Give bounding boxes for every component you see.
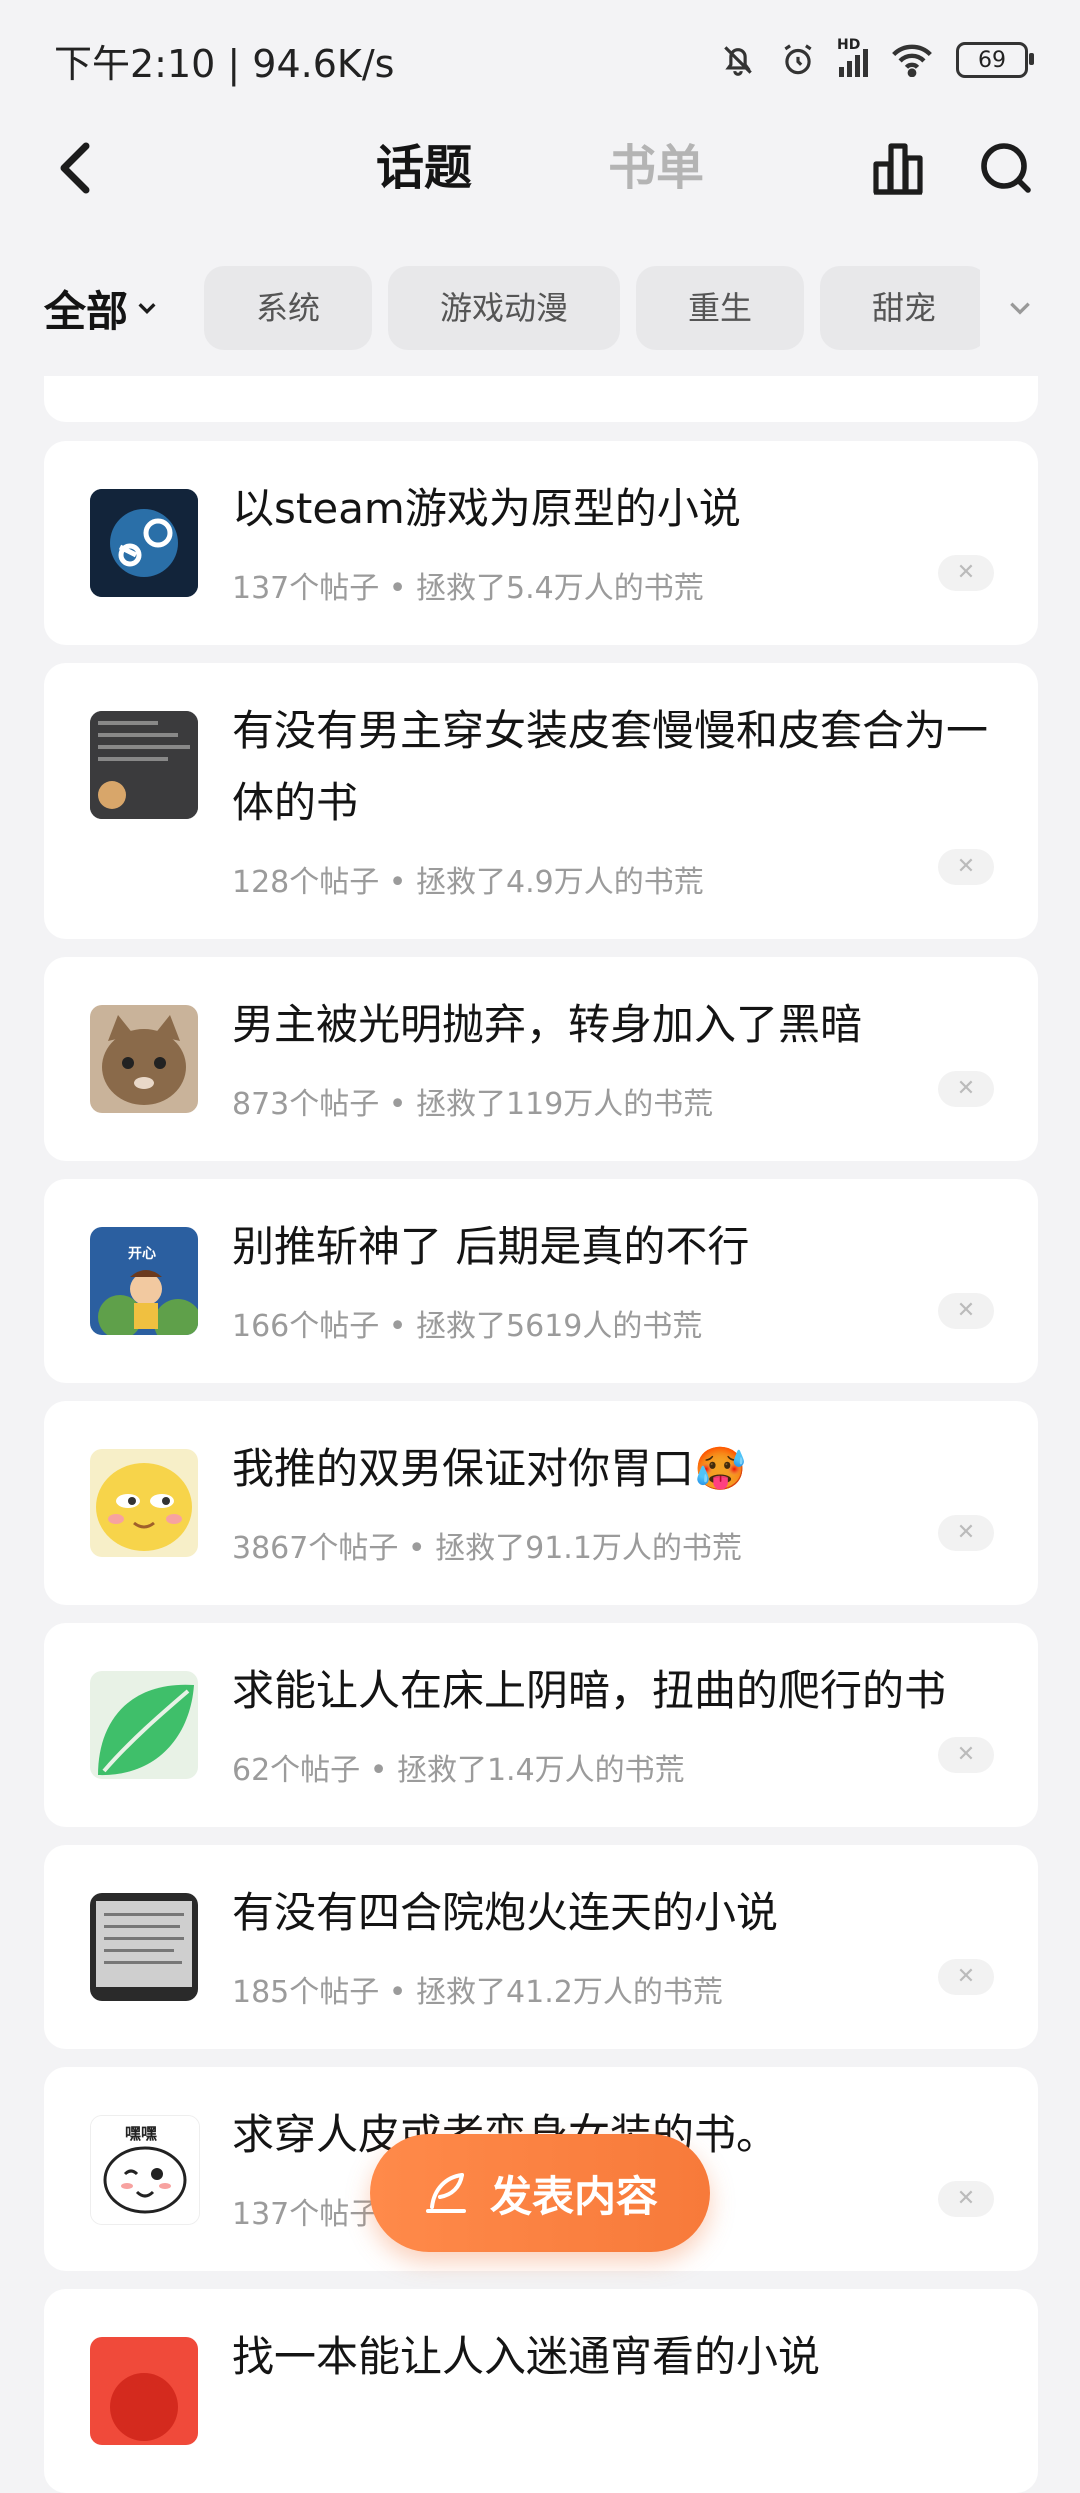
topic-card[interactable]: 求能让人在床上阴暗，扭曲的爬行的书 62个帖子 • 拯救了1.4万人的书荒 ✕: [44, 1623, 1038, 1827]
bar-chart-icon: [873, 143, 923, 195]
cat-thumb: [90, 1005, 198, 1113]
signal-icon: HD: [837, 37, 868, 77]
topic-title: 找一本能让人入迷通宵看的小说: [232, 2332, 821, 2381]
happy-kid-thumb: 开心: [90, 1227, 198, 1335]
topic-title: 求能让人在床上阴暗，扭曲的爬行的书: [232, 1666, 947, 1715]
steam-logo-icon: [90, 489, 198, 597]
cartoon-thumb: 嘿嘿: [90, 2115, 200, 2225]
topic-meta: 873个帖子 • 拯救了119万人的书荒: [232, 1087, 714, 1122]
back-button[interactable]: [44, 128, 104, 208]
topic-title: 别推斩神了 后期是真的不行: [232, 1222, 750, 1271]
post-content-button[interactable]: 发表内容: [370, 2134, 710, 2252]
meme-thumb: [90, 711, 198, 819]
topic-title: 男主被光明抛弃，转身加入了黑暗: [232, 1000, 863, 1049]
thumb-caption: 开心: [128, 1246, 156, 1262]
chip-system[interactable]: 系统: [204, 266, 373, 350]
topic-meta: 62个帖子 • 拯救了1.4万人的书荒: [232, 1753, 685, 1788]
chip-rebirth[interactable]: 重生: [636, 266, 805, 350]
topic-card[interactable]: 找一本能让人入迷通宵看的小说: [44, 2289, 1038, 2493]
topic-meta: 166个帖子 • 拯救了5619人的书荒: [232, 1309, 703, 1344]
tab-booklists[interactable]: 书单: [608, 128, 704, 208]
topic-meta: 185个帖子 • 拯救了41.2万人的书荒: [232, 1975, 723, 2010]
filter-all-label: 全部: [44, 286, 129, 336]
red-cover-icon: [90, 2337, 198, 2445]
topic-card[interactable]: 男主被光明抛弃，转身加入了黑暗 873个帖子 • 拯救了119万人的书荒 ✕: [44, 957, 1038, 1161]
alarm-icon: [784, 44, 812, 75]
meme-image-icon: [90, 711, 198, 819]
dismiss-button[interactable]: ✕: [938, 1737, 994, 1773]
chip-sweet-romance[interactable]: 甜宠: [820, 266, 989, 350]
chip-games-anime[interactable]: 游戏动漫: [388, 266, 621, 350]
battery-icon: 69: [956, 42, 1034, 78]
filter-all-dropdown[interactable]: 全部: [44, 266, 158, 350]
status-time-speed: 下午2:10 | 94.6K/s: [54, 41, 395, 86]
status-icons: HD 69: [719, 37, 1034, 79]
topic-card[interactable]: 以steam游戏为原型的小说 137个帖子 • 拯救了5.4万人的书荒 ✕: [44, 441, 1038, 645]
dismiss-button[interactable]: ✕: [938, 1515, 994, 1551]
topic-card[interactable]: 开心 别推斩神了 后期是真的不行 166个帖子 • 拯救了5619人的书荒 ✕: [44, 1179, 1038, 1383]
topic-card[interactable]: 我推的双男保证对你胃口🥵 3867个帖子 • 拯救了91.1万人的书荒 ✕: [44, 1401, 1038, 1605]
thumb-caption: 嘿嘿: [125, 2124, 158, 2143]
cat-photo-icon: [90, 1005, 198, 1113]
status-bar: 下午2:10 | 94.6K/s HD 69: [0, 0, 1080, 120]
search-icon: [981, 143, 1031, 193]
topic-title: 我推的双男保证对你胃口🥵: [232, 1444, 747, 1493]
chevron-left-icon: [60, 142, 90, 194]
post-content-label: 发表内容: [489, 2171, 658, 2221]
topic-meta: 3867个帖子 • 拯救了91.1万人的书荒: [232, 1531, 742, 1566]
topic-meta: 128个帖子 • 拯救了4.9万人的书荒: [232, 865, 704, 900]
topic-title: 有没有男主穿女装皮套慢慢和皮套合为一体的书: [232, 706, 989, 827]
red-thumb: [90, 2337, 198, 2445]
quill-icon: [425, 2173, 466, 2213]
mute-bell-icon: [724, 46, 752, 76]
topic-card[interactable]: 有没有男主穿女装皮套慢慢和皮套合为一体的书 128个帖子 • 拯救了4.9万人的…: [44, 663, 1038, 939]
chevron-down-icon: [1010, 302, 1030, 315]
expand-categories-button[interactable]: [980, 266, 1060, 350]
search-button[interactable]: [966, 128, 1046, 208]
chevron-down-icon: [138, 303, 156, 315]
battery-level: 69: [978, 47, 1006, 73]
network-label: HD: [837, 37, 861, 53]
document-photo-icon: [90, 1893, 198, 2001]
dismiss-button[interactable]: ✕: [938, 1293, 994, 1329]
emoji-thumb: [90, 1449, 198, 1557]
topic-meta: 137个帖子 • 拯救了5.4万人的书荒: [232, 571, 704, 606]
dismiss-button[interactable]: ✕: [938, 2181, 994, 2217]
dismiss-button[interactable]: ✕: [938, 849, 994, 885]
leaf-thumb: [90, 1671, 198, 1779]
topic-title: 以steam游戏为原型的小说: [232, 484, 741, 533]
wifi-icon: [892, 44, 932, 77]
topic-card-partial: [44, 376, 1038, 422]
document-thumb: [90, 1893, 198, 2001]
ranking-button[interactable]: [858, 128, 938, 208]
steam-thumb: [90, 489, 198, 597]
tab-topics[interactable]: 话题: [376, 128, 472, 208]
topic-title: 有没有四合院炮火连天的小说: [232, 1888, 779, 1937]
category-chips: 系统 游戏动漫 重生 甜宠: [204, 266, 1023, 350]
dismiss-button[interactable]: ✕: [938, 1071, 994, 1107]
leaf-icon: [90, 1671, 198, 1779]
dismiss-button[interactable]: ✕: [938, 1959, 994, 1995]
topic-card[interactable]: 有没有四合院炮火连天的小说 185个帖子 • 拯救了41.2万人的书荒 ✕: [44, 1845, 1038, 2049]
dismiss-button[interactable]: ✕: [938, 555, 994, 591]
smile-emoji-icon: [90, 1449, 198, 1557]
